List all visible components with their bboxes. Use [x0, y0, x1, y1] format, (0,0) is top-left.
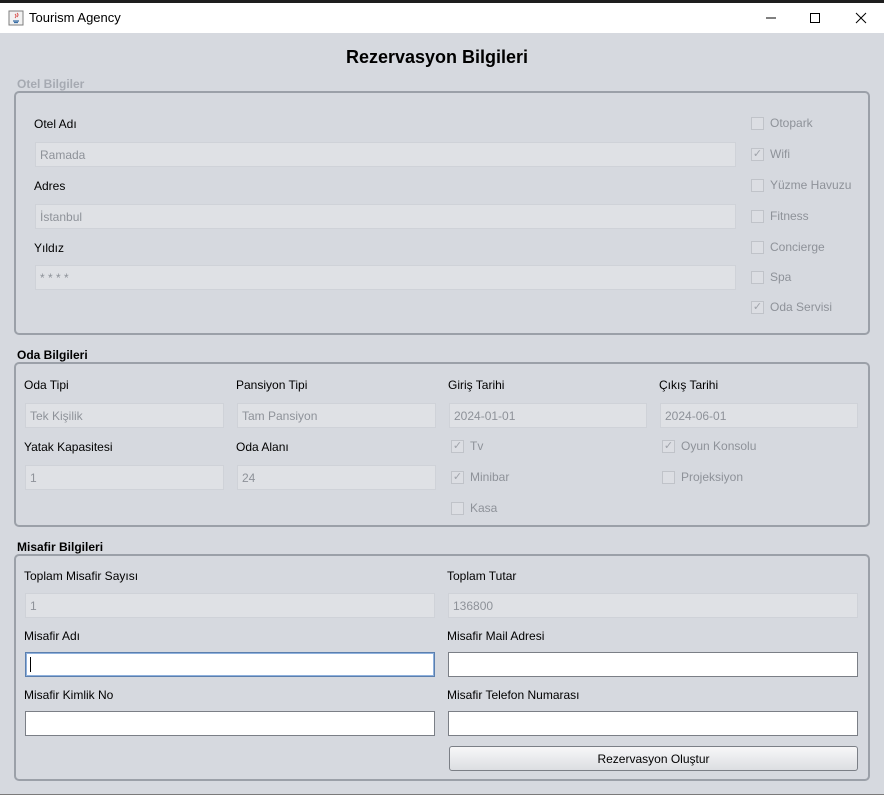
checkmark-icon: ✓ [451, 470, 464, 484]
checkbox-icon [751, 209, 764, 223]
guest-name-label: Misafir Adı [24, 629, 81, 643]
maximize-icon [810, 13, 820, 23]
total-price-label: Toplam Tutar [447, 569, 517, 583]
page-title: Rezervasyon Bilgileri [345, 47, 529, 67]
bed-capacity-field[interactable]: 1 [25, 465, 224, 490]
feature-room-service-checkbox[interactable]: ✓ Oda Servisi [751, 299, 832, 315]
text-caret [30, 657, 31, 672]
hotel-section-title: Otel Bilgiler [17, 77, 85, 91]
window-title: Tourism Agency [29, 10, 121, 25]
java-app-icon [8, 10, 24, 26]
minimize-icon [766, 17, 776, 19]
pension-type-field[interactable]: Tam Pansiyon [237, 403, 436, 428]
room-area-field[interactable]: 24 [237, 465, 436, 490]
pension-type-label: Pansiyon Tipi [236, 378, 308, 392]
room-tv-checkbox[interactable]: ✓ Tv [451, 438, 483, 454]
checkout-label: Çıkış Tarihi [659, 378, 719, 392]
guest-id-label: Misafir Kimlik No [24, 688, 114, 702]
close-button[interactable] [838, 3, 884, 33]
hotel-star-field[interactable]: * * * * [35, 265, 736, 290]
feature-concierge-checkbox[interactable]: Concierge [751, 239, 825, 255]
room-type-field[interactable]: Tek Kişilik [25, 403, 224, 428]
feature-spa-checkbox[interactable]: Spa [751, 269, 791, 285]
room-console-checkbox[interactable]: ✓ Oyun Konsolu [662, 438, 756, 454]
checkin-field[interactable]: 2024-01-01 [449, 403, 647, 428]
hotel-address-field[interactable]: İstanbul [35, 204, 736, 229]
guest-mail-label: Misafir Mail Adresi [447, 629, 545, 643]
guest-phone-label: Misafir Telefon Numarası [447, 688, 580, 702]
feature-fitness-checkbox[interactable]: Fitness [751, 208, 809, 224]
content-area: Rezervasyon Bilgileri Otel Bilgiler Otel… [0, 33, 884, 795]
checkin-label: Giriş Tarihi [448, 378, 505, 392]
title-bar: Tourism Agency [0, 3, 884, 33]
checkbox-icon [662, 470, 675, 484]
hotel-name-field[interactable]: Ramada [35, 142, 736, 167]
checkmark-icon: ✓ [662, 439, 675, 453]
checkbox-icon [451, 501, 464, 515]
bed-capacity-label: Yatak Kapasitesi [24, 440, 113, 454]
close-icon [855, 12, 867, 24]
total-price-field[interactable]: 136800 [448, 593, 858, 618]
total-guest-label: Toplam Misafir Sayısı [24, 569, 139, 583]
checkout-field[interactable]: 2024-06-01 [660, 403, 858, 428]
guest-section-title: Misafir Bilgileri [17, 540, 104, 554]
room-safe-checkbox[interactable]: Kasa [451, 500, 497, 516]
room-type-label: Oda Tipi [24, 378, 69, 392]
guest-phone-input[interactable] [448, 711, 858, 736]
checkmark-icon: ✓ [751, 147, 764, 161]
hotel-address-label: Adres [34, 179, 66, 193]
checkbox-icon [751, 178, 764, 192]
minimize-button[interactable] [748, 3, 794, 33]
create-reservation-button[interactable]: Rezervasyon Oluştur [449, 746, 858, 771]
guest-mail-input[interactable] [448, 652, 858, 677]
checkmark-icon: ✓ [751, 300, 764, 314]
feature-otopark-checkbox[interactable]: Otopark [751, 115, 813, 131]
room-section-title: Oda Bilgileri [17, 348, 88, 362]
checkbox-icon [751, 240, 764, 254]
checkmark-icon: ✓ [451, 439, 464, 453]
checkbox-icon [751, 270, 764, 284]
total-guest-field[interactable]: 1 [25, 593, 435, 618]
hotel-name-label: Otel Adı [34, 117, 77, 131]
room-minibar-checkbox[interactable]: ✓ Minibar [451, 469, 509, 485]
checkbox-icon [751, 116, 764, 130]
feature-wifi-checkbox[interactable]: ✓ Wifi [751, 146, 790, 162]
guest-id-input[interactable] [25, 711, 435, 736]
room-area-label: Oda Alanı [236, 440, 289, 454]
app-window: Tourism Agency Rezervasyon Bilgileri Ote… [0, 0, 884, 795]
feature-pool-checkbox[interactable]: Yüzme Havuzu [751, 177, 851, 193]
hotel-star-label: Yıldız [34, 241, 65, 255]
guest-name-input[interactable] [25, 652, 435, 677]
maximize-button[interactable] [792, 3, 838, 33]
room-projector-checkbox[interactable]: Projeksiyon [662, 469, 743, 485]
